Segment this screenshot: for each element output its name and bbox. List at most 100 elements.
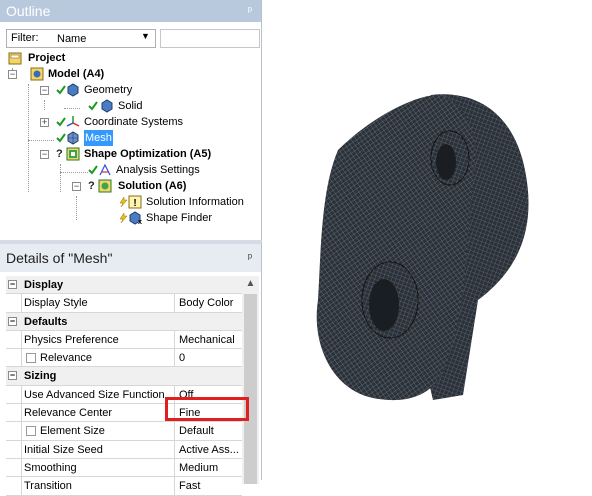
solution-icon [98, 179, 112, 193]
tree-label: Analysis Settings [116, 164, 200, 176]
details-row-display-style[interactable]: Display Style Body Color [6, 294, 242, 313]
property-label: Element Size [40, 425, 105, 438]
property-value[interactable]: Body Color [174, 294, 242, 312]
details-row-physics-preference[interactable]: Physics Preference Mechanical [6, 330, 242, 350]
model-icon [30, 67, 44, 81]
tree-label: Solution Information [146, 196, 244, 208]
check-icon [56, 133, 66, 143]
details-row-relevance-center[interactable]: Relevance Center Fine [6, 404, 242, 423]
scrollbar-thumb[interactable] [244, 294, 257, 484]
tree-label: Geometry [84, 84, 133, 96]
property-value[interactable]: Off [174, 385, 242, 404]
property-label: Display Style [24, 297, 88, 310]
check-icon [88, 101, 98, 111]
details-scrollbar[interactable]: ▲ [242, 276, 259, 484]
property-label: Relevance Center [24, 407, 113, 420]
filter-row: Filter: Name ▼ [6, 29, 260, 48]
group-defaults[interactable]: − Defaults [6, 312, 242, 331]
chevron-up-icon[interactable]: ▲ [242, 278, 259, 289]
group-label: Display [24, 279, 64, 291]
check-icon [56, 117, 66, 127]
property-value[interactable]: Fine [174, 404, 242, 422]
tree-label: Solid [118, 100, 143, 112]
collapse-icon[interactable]: − [40, 86, 49, 95]
coordinate-system-icon [66, 116, 80, 127]
property-value[interactable]: Active Ass... [174, 440, 242, 458]
question-icon: ? [56, 148, 63, 160]
parameter-checkbox[interactable] [26, 353, 36, 364]
tree-item-solid[interactable]: Solid [8, 98, 248, 114]
tree-item-shape-optimization[interactable]: − ? Shape Optimization (A5) [8, 146, 258, 162]
svg-text:x: x [138, 219, 142, 225]
tree-item-analysis-settings[interactable]: Analysis Settings [8, 162, 248, 178]
tree-item-mesh[interactable]: Mesh [8, 130, 248, 146]
pin-icon[interactable]: ᵖ [245, 244, 255, 272]
tree-label: Mesh [84, 130, 113, 146]
collapse-icon[interactable]: − [8, 70, 17, 79]
details-row-transition[interactable]: Transition Fast [6, 477, 242, 496]
tree-item-shape-finder[interactable]: x Shape Finder [8, 210, 248, 226]
tree-item-project[interactable]: Project [8, 50, 248, 66]
details-row-initial-size-seed[interactable]: Initial Size Seed Active Ass... [6, 440, 242, 459]
project-icon [8, 52, 22, 65]
details-row-relevance[interactable]: Relevance 0 [6, 349, 242, 368]
collapse-icon[interactable]: − [8, 316, 17, 326]
filter-dropdown[interactable]: Filter: Name ▼ [6, 29, 156, 48]
group-sizing[interactable]: − Sizing [6, 367, 242, 386]
tree-item-coordinate-systems[interactable]: + Coordinate Systems [8, 114, 248, 130]
filter-value: Name [57, 33, 87, 45]
property-label: Use Advanced Size Function [24, 388, 165, 401]
property-value[interactable]: Medium [174, 458, 242, 477]
property-label: Initial Size Seed [24, 443, 103, 456]
shape-finder-icon: x [129, 211, 142, 225]
check-icon [88, 165, 98, 175]
details-table: − Display Display Style Body Color − Def… [6, 276, 242, 496]
tree-item-solution[interactable]: − ? Solution (A6) [8, 178, 248, 194]
tree-label: Project [28, 52, 66, 64]
filter-search-input[interactable] [160, 29, 260, 48]
question-icon: ? [88, 180, 95, 192]
property-label: Physics Preference [24, 333, 119, 346]
collapse-icon[interactable]: − [8, 371, 17, 381]
property-label: Transition [24, 480, 72, 493]
details-row-element-size[interactable]: Element Size Default [6, 422, 242, 441]
tree-label: Shape Optimization (A5) [84, 148, 212, 160]
mesh-icon [67, 131, 79, 145]
group-display[interactable]: − Display [6, 276, 242, 295]
collapse-icon[interactable]: − [72, 182, 81, 191]
outline-pane: Outline ᵖ Filter: Name ▼ Project − Model… [0, 0, 262, 240]
collapse-icon[interactable]: − [40, 150, 49, 159]
pin-icon[interactable]: ᵖ [245, 0, 255, 22]
tree-label: Coordinate Systems [84, 116, 184, 128]
lightning-icon [119, 197, 128, 207]
outline-header: Outline ᵖ [0, 0, 261, 22]
tree-label: Model (A4) [48, 68, 105, 80]
details-row-use-advanced-size-function[interactable]: Use Advanced Size Function Off [6, 385, 242, 405]
details-title: Details of "Mesh" [6, 250, 113, 266]
tree-item-solution-information[interactable]: ! Solution Information [8, 194, 258, 210]
solid-body-icon [101, 99, 113, 113]
tree-item-geometry[interactable]: − Geometry [8, 82, 248, 98]
tree-item-model[interactable]: − Model (A4) [8, 66, 248, 82]
tree-label: Shape Finder [146, 212, 213, 224]
tree-label: Solution (A6) [118, 180, 187, 192]
graphics-viewport[interactable] [263, 0, 592, 480]
collapse-icon[interactable]: − [8, 280, 17, 289]
outline-tree: Project − Model (A4) − Geometry Solid + … [8, 50, 260, 238]
property-value[interactable]: Mechanical [174, 330, 242, 349]
parameter-checkbox[interactable] [26, 426, 36, 437]
svg-text:!: ! [133, 198, 136, 209]
geometry-icon [67, 83, 79, 97]
details-row-smoothing[interactable]: Smoothing Medium [6, 458, 242, 478]
property-value[interactable]: 0 [174, 349, 242, 367]
property-value[interactable]: Default [174, 422, 242, 440]
details-header: Details of "Mesh" ᵖ [0, 244, 261, 272]
chevron-down-icon[interactable]: ▼ [141, 31, 150, 41]
property-label: Smoothing [24, 461, 77, 474]
expand-icon[interactable]: + [40, 118, 49, 127]
lightning-icon [119, 213, 128, 223]
analysis-icon [66, 147, 80, 161]
group-label: Defaults [24, 315, 68, 328]
info-icon: ! [128, 195, 142, 209]
check-icon [56, 85, 66, 95]
